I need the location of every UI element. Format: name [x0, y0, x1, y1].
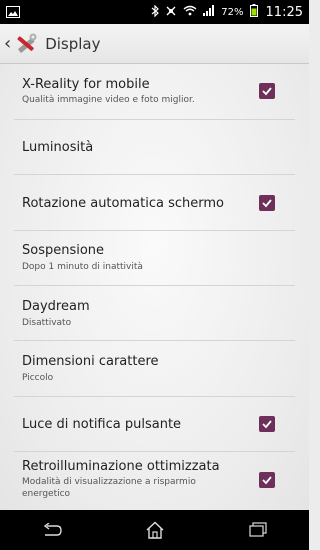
status-icons: 72% 11:25: [151, 4, 309, 20]
check-icon: [262, 87, 272, 96]
checkbox-checked[interactable]: [259, 195, 275, 211]
chevron-left-icon: ‹: [4, 32, 12, 54]
setting-luminosita[interactable]: Luminosità: [0, 120, 309, 175]
setting-luce-notifica[interactable]: Luce di notifica pulsante: [0, 397, 309, 452]
up-button[interactable]: ‹: [0, 24, 39, 63]
setting-x-reality[interactable]: X-Reality for mobile Qualità immagine vi…: [0, 64, 309, 120]
settings-list: X-Reality for mobile Qualità immagine vi…: [0, 64, 309, 514]
status-bar: 72% 11:25: [0, 0, 309, 24]
checkbox-checked[interactable]: [259, 472, 275, 488]
setting-title: Retroilluminazione ottimizzata: [22, 459, 220, 474]
battery-percent: 72%: [221, 6, 244, 18]
image-notification-icon: [6, 6, 20, 18]
setting-title: Rotazione automatica schermo: [22, 196, 224, 211]
setting-subtitle: Modalità di visualizzazione a risparmio …: [22, 477, 196, 499]
recent-apps-icon: [248, 522, 267, 537]
setting-sospensione[interactable]: Sospensione Dopo 1 minuto di inattività: [0, 231, 309, 286]
checkbox-checked[interactable]: [259, 416, 275, 432]
setting-retroilluminazione[interactable]: Retroilluminazione ottimizzata Modalità …: [0, 452, 309, 514]
setting-subtitle: Qualità immagine video e foto miglior.: [22, 95, 195, 105]
setting-title: Dimensioni carattere: [22, 354, 159, 369]
setting-title: Luce di notifica pulsante: [22, 417, 182, 432]
home-button[interactable]: [135, 515, 175, 545]
back-button[interactable]: [32, 515, 72, 545]
setting-subtitle: Disattivato: [22, 318, 72, 328]
setting-title: Daydream: [22, 299, 90, 314]
wifi-icon: [183, 5, 197, 19]
setting-subtitle: Piccolo: [22, 373, 54, 383]
home-icon: [146, 521, 163, 539]
check-icon: [262, 199, 272, 208]
checkbox-checked[interactable]: [259, 83, 275, 99]
nfc-icon: [165, 5, 177, 20]
navigation-bar: [0, 510, 309, 550]
check-icon: [262, 420, 272, 429]
signal-icon: [203, 5, 215, 19]
check-icon: [262, 476, 272, 485]
setting-subtitle: Dopo 1 minuto di inattività: [22, 262, 143, 272]
back-icon: [43, 523, 62, 536]
page-title: Display: [45, 34, 101, 53]
setting-daydream[interactable]: Daydream Disattivato: [0, 286, 309, 341]
clock: 11:25: [265, 4, 303, 20]
setting-title: Luminosità: [22, 140, 94, 155]
setting-title: Sospensione: [22, 243, 105, 258]
recent-apps-button[interactable]: [238, 515, 278, 545]
setting-rotazione[interactable]: Rotazione automatica schermo: [0, 175, 309, 231]
battery-icon: [249, 4, 258, 20]
setting-title: X-Reality for mobile: [22, 77, 150, 92]
setting-dimensioni-carattere[interactable]: Dimensioni carattere Piccolo: [0, 341, 309, 397]
settings-tools-icon: [13, 31, 39, 57]
bluetooth-icon: [151, 4, 160, 20]
action-bar: ‹ Display: [0, 24, 309, 64]
